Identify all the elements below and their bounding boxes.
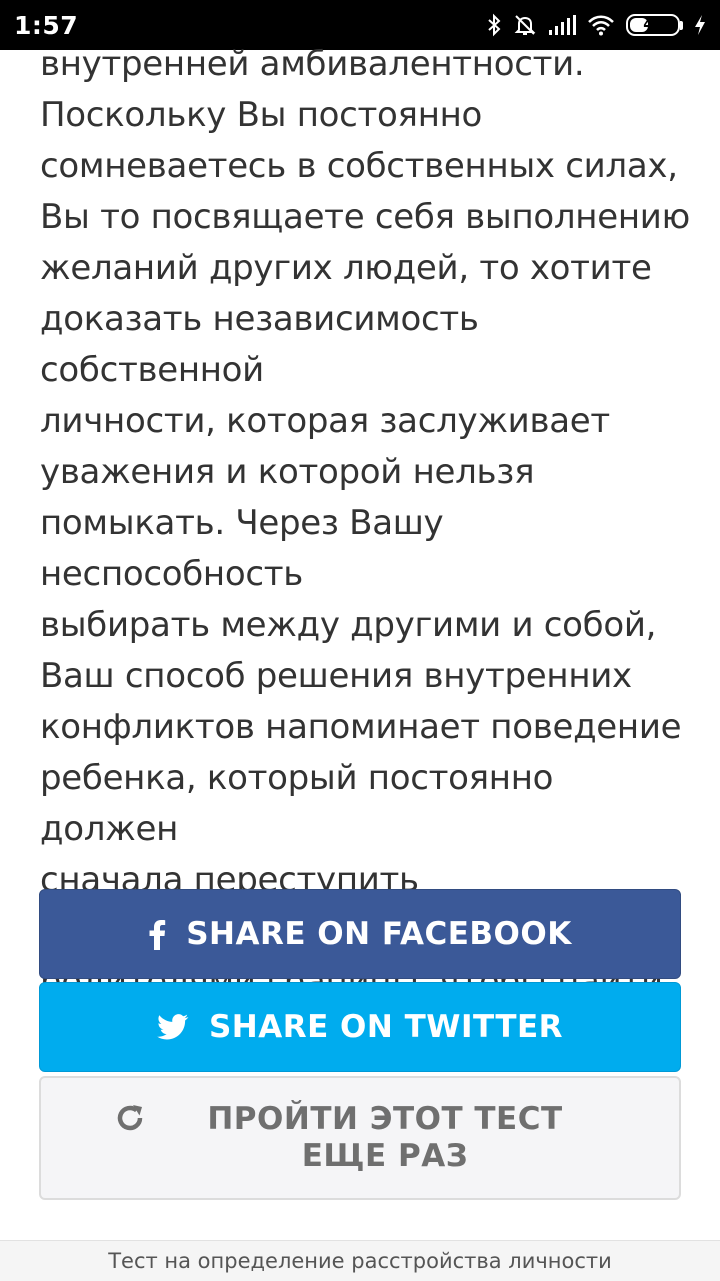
bluetooth-icon <box>486 13 502 37</box>
retake-test-button[interactable]: ПРОЙТИ ЭТОТ ТЕСТ ЕЩЕ РАЗ <box>39 1076 681 1200</box>
refresh-icon <box>115 1103 145 1133</box>
status-time: 1:57 <box>14 10 79 40</box>
twitter-icon <box>157 1014 189 1040</box>
battery-nub <box>680 20 683 30</box>
retake-label-row: ПРОЙТИ ЭТОТ ТЕСТ ЕЩЕ РАЗ <box>115 1101 605 1175</box>
footer-bar: Тест на определение расстройства личност… <box>0 1240 720 1281</box>
signal-icon <box>548 14 576 36</box>
wifi-icon <box>587 14 615 36</box>
status-icons: 40 <box>486 13 706 37</box>
battery-icon: 40 <box>626 14 680 36</box>
battery-level: 40 <box>643 17 663 33</box>
footer-title: Тест на определение расстройства личност… <box>108 1249 612 1273</box>
share-facebook-button[interactable]: SHARE ON FACEBOOK <box>39 889 681 979</box>
facebook-icon <box>148 918 166 950</box>
share-facebook-label: SHARE ON FACEBOOK <box>186 916 572 952</box>
share-twitter-button[interactable]: SHARE ON TWITTER <box>39 982 681 1072</box>
share-twitter-label: SHARE ON TWITTER <box>208 1009 564 1045</box>
muted-bell-icon <box>513 13 537 37</box>
retake-label: ПРОЙТИ ЭТОТ ТЕСТ ЕЩЕ РАЗ <box>207 1101 563 1174</box>
charging-bolt-icon <box>694 14 706 36</box>
